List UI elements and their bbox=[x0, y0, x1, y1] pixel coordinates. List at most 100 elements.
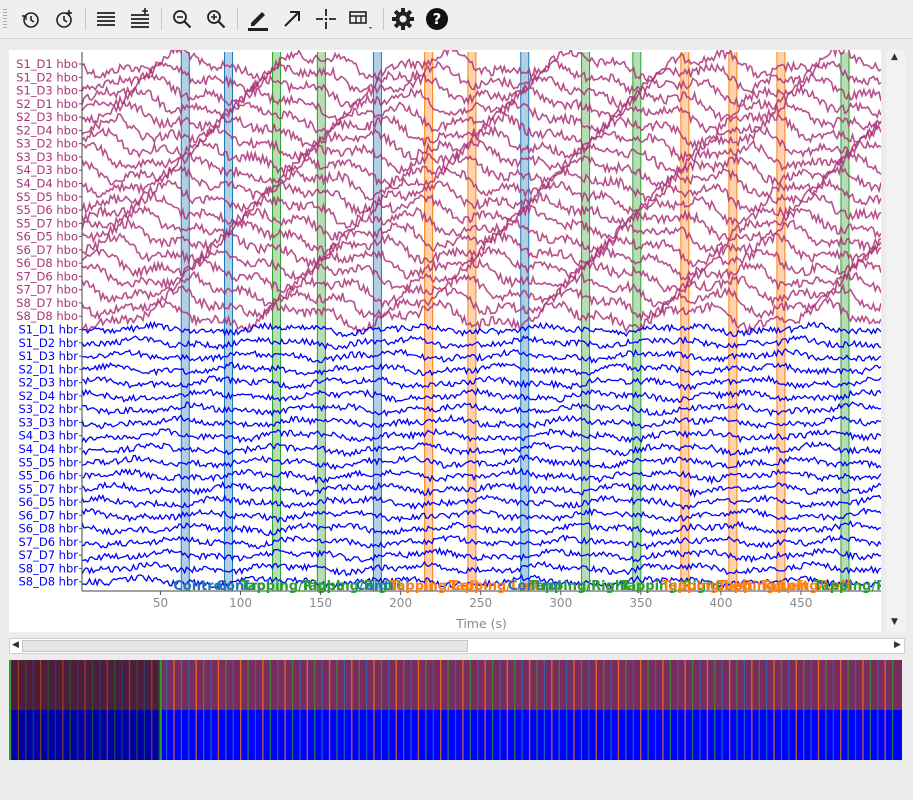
channel-trace[interactable] bbox=[81, 560, 882, 577]
overview-viewport[interactable] bbox=[9, 660, 161, 760]
annotation-span[interactable] bbox=[317, 52, 326, 591]
annotation-pen-icon[interactable] bbox=[244, 5, 272, 33]
horizontal-scroll-thumb[interactable] bbox=[22, 640, 468, 652]
channel-trace[interactable] bbox=[81, 270, 882, 309]
history-back-icon[interactable] bbox=[16, 5, 44, 33]
channel-label[interactable]: S4_D4 hbr bbox=[18, 442, 78, 456]
channel-label[interactable]: S7_D6 hbo bbox=[16, 269, 78, 283]
channel-label[interactable]: S8_D8 hbo bbox=[16, 309, 78, 323]
vertical-scrollbar[interactable]: ▲ ▼ bbox=[886, 50, 905, 632]
horizontal-scrollbar[interactable]: ◀ ▶ bbox=[9, 638, 905, 654]
channel-label[interactable]: S5_D6 hbr bbox=[18, 469, 78, 483]
channel-label[interactable]: S1_D2 hbo bbox=[16, 70, 78, 84]
annotation-span[interactable] bbox=[680, 52, 689, 591]
channel-label[interactable]: S1_D1 hbr bbox=[18, 323, 78, 337]
channel-trace[interactable] bbox=[81, 401, 882, 418]
channel-trace[interactable] bbox=[81, 427, 882, 444]
channel-label[interactable]: S6_D7 hbr bbox=[18, 508, 78, 522]
channel-label[interactable]: S3_D3 hbo bbox=[16, 150, 78, 164]
channel-label[interactable]: S2_D4 hbr bbox=[18, 389, 78, 403]
channel-label[interactable]: S6_D8 hbr bbox=[18, 522, 78, 536]
channel-trace[interactable] bbox=[81, 466, 882, 485]
annotation-span[interactable] bbox=[272, 52, 281, 591]
annotation-span[interactable] bbox=[581, 52, 590, 591]
channel-trace[interactable] bbox=[81, 520, 882, 537]
channel-label[interactable]: S2_D1 hbo bbox=[16, 97, 78, 111]
channel-label[interactable]: S8_D8 hbr bbox=[18, 575, 78, 589]
channel-trace[interactable] bbox=[81, 139, 882, 177]
channel-label[interactable]: S6_D5 hbr bbox=[18, 495, 78, 509]
overview-svg[interactable] bbox=[9, 660, 902, 760]
channel-trace[interactable] bbox=[81, 534, 882, 551]
channel-label[interactable]: S1_D2 hbr bbox=[18, 336, 78, 350]
channel-label[interactable]: S8_D7 hbr bbox=[18, 561, 78, 575]
channel-label[interactable]: S1_D3 hbr bbox=[18, 349, 78, 363]
annotation-label[interactable]: Tapping/Right bbox=[814, 579, 913, 594]
channel-label[interactable]: S5_D5 hbr bbox=[18, 455, 78, 469]
channel-trace[interactable] bbox=[81, 362, 882, 377]
projector-arrow-icon[interactable] bbox=[278, 5, 306, 33]
channel-label[interactable]: S2_D3 hbr bbox=[18, 376, 78, 390]
channel-trace[interactable] bbox=[81, 189, 882, 229]
channel-label[interactable]: S4_D4 hbo bbox=[16, 176, 78, 190]
channel-trace[interactable] bbox=[81, 374, 882, 391]
scroll-left-icon[interactable]: ◀ bbox=[12, 640, 19, 650]
channel-label[interactable]: S7_D7 hbo bbox=[16, 283, 78, 297]
channel-label[interactable]: S1_D3 hbo bbox=[16, 84, 78, 98]
channel-trace[interactable] bbox=[81, 480, 882, 498]
scroll-down-icon[interactable]: ▼ bbox=[891, 617, 898, 627]
annotation-span[interactable] bbox=[632, 52, 641, 591]
channel-label[interactable]: S3_D2 hbr bbox=[18, 402, 78, 416]
channel-label[interactable]: S7_D6 hbr bbox=[18, 535, 78, 549]
channel-trace[interactable] bbox=[81, 257, 882, 294]
channel-label[interactable]: S3_D3 hbr bbox=[18, 415, 78, 429]
channel-label[interactable]: S6_D5 hbo bbox=[16, 230, 78, 244]
channel-label[interactable]: S2_D3 hbo bbox=[16, 110, 78, 124]
channel-label[interactable]: S8_D7 hbo bbox=[16, 296, 78, 310]
annotation-span[interactable] bbox=[424, 52, 433, 591]
toolbar-grip[interactable] bbox=[3, 9, 7, 29]
crosshair-icon[interactable] bbox=[312, 5, 340, 33]
annotation-span[interactable] bbox=[181, 52, 190, 591]
channel-label[interactable]: S5_D6 hbo bbox=[16, 203, 78, 217]
channels-more-icon[interactable] bbox=[126, 5, 154, 33]
scroll-right-icon[interactable]: ▶ bbox=[894, 640, 901, 650]
channel-trace[interactable] bbox=[81, 162, 882, 204]
channel-trace[interactable] bbox=[81, 72, 882, 109]
channel-trace[interactable] bbox=[81, 334, 882, 351]
channel-label[interactable]: S6_D7 hbo bbox=[16, 243, 78, 257]
channel-trace[interactable] bbox=[81, 59, 882, 96]
channel-label[interactable]: S1_D1 hbo bbox=[16, 57, 78, 71]
channel-trace[interactable] bbox=[81, 320, 882, 338]
channels-fewer-icon[interactable] bbox=[92, 5, 120, 33]
zoom-out-icon[interactable] bbox=[168, 5, 196, 33]
channel-label[interactable]: S6_D8 hbo bbox=[16, 256, 78, 270]
scroll-up-icon[interactable]: ▲ bbox=[891, 52, 898, 62]
channel-trace[interactable] bbox=[81, 454, 882, 471]
help-icon[interactable]: ? bbox=[423, 5, 451, 33]
channel-trace[interactable] bbox=[81, 387, 882, 404]
channel-trace[interactable] bbox=[81, 282, 882, 322]
channel-label[interactable]: S4_D3 hbr bbox=[18, 429, 78, 443]
channel-label[interactable]: S4_D3 hbo bbox=[16, 163, 78, 177]
channel-trace[interactable] bbox=[81, 493, 882, 511]
channel-trace[interactable] bbox=[81, 546, 882, 564]
overview-bar-icon[interactable] bbox=[346, 5, 374, 33]
channel-label[interactable]: S2_D1 hbr bbox=[18, 362, 78, 376]
zoom-in-icon[interactable] bbox=[202, 5, 230, 33]
channel-trace[interactable] bbox=[81, 44, 882, 83]
channel-trace[interactable] bbox=[81, 507, 882, 524]
channel-label[interactable]: S5_D7 hbr bbox=[18, 482, 78, 496]
channel-trace[interactable] bbox=[81, 413, 882, 430]
chart-svg[interactable]: S1_D1 hboS1_D2 hboS1_D3 hboS2_D1 hboS2_D… bbox=[9, 44, 913, 632]
channel-label[interactable]: S5_D7 hbo bbox=[16, 216, 78, 230]
settings-gear-icon[interactable] bbox=[389, 5, 417, 33]
channel-label[interactable]: S7_D7 hbr bbox=[18, 548, 78, 562]
channel-label[interactable]: S2_D4 hbo bbox=[16, 123, 78, 137]
annotation-label[interactable]: Tapping/Right bbox=[529, 579, 631, 594]
channel-label[interactable]: S5_D5 hbo bbox=[16, 190, 78, 204]
overview-bar[interactable] bbox=[9, 660, 902, 760]
channel-trace[interactable] bbox=[81, 441, 882, 458]
channel-label[interactable]: S3_D2 hbo bbox=[16, 137, 78, 151]
plot-area[interactable]: S1_D1 hbo S1_D2 hbo S1_D3 hbo S2_D1 hbo S2_D… bbox=[9, 44, 913, 632]
